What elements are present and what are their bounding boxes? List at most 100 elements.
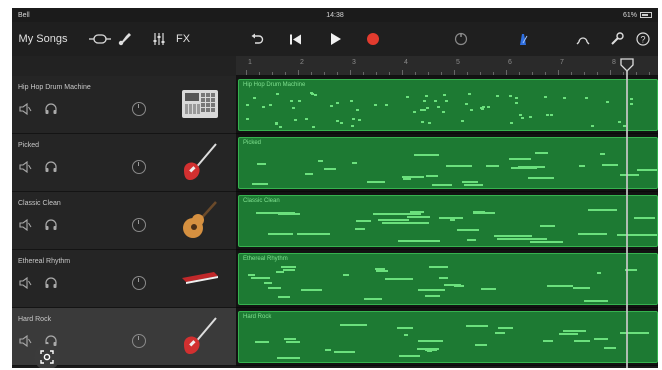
midi-note (636, 168, 657, 171)
ruler-subtick (311, 72, 312, 75)
midi-note (262, 106, 266, 109)
track-lane[interactable]: Picked (236, 134, 658, 192)
midi-note (343, 274, 349, 277)
ruler-subtick (441, 72, 442, 75)
mixer-button[interactable] (150, 30, 168, 48)
ruler-subtick (519, 72, 520, 75)
instrument-browser-icon (89, 34, 111, 44)
mute-button[interactable] (18, 102, 32, 116)
fx-button[interactable]: FX (172, 30, 194, 48)
ruler-subtick (272, 72, 273, 75)
midi-note (509, 157, 532, 160)
midi-note (351, 162, 358, 165)
track-volume-knob[interactable] (132, 276, 146, 290)
midi-note (301, 289, 323, 292)
midi-note (354, 227, 366, 230)
synth-keyboard-icon[interactable] (180, 256, 220, 298)
track-volume-knob[interactable] (132, 102, 146, 116)
play-button[interactable] (326, 30, 344, 48)
midi-note (597, 271, 602, 274)
settings-button[interactable] (608, 30, 626, 48)
midi-note (456, 228, 479, 231)
midi-note (298, 99, 302, 102)
screenshot-lens-button[interactable] (34, 344, 60, 368)
midi-note (309, 92, 313, 95)
track-lane[interactable]: Hip Hop Drum Machine (236, 76, 658, 134)
solo-button[interactable] (44, 218, 58, 232)
track-lane[interactable]: Hard Rock (236, 308, 658, 366)
metronome-button[interactable] (514, 30, 532, 48)
midi-note (427, 121, 431, 124)
midi-note (584, 96, 588, 99)
midi-region[interactable]: Hard Rock (238, 311, 658, 363)
track-volume-knob[interactable] (132, 160, 146, 174)
track-name: Picked (18, 142, 40, 149)
ruler-subtick (376, 72, 377, 75)
my-songs-button[interactable]: My Songs (16, 30, 70, 48)
loop-browser-button[interactable] (574, 30, 592, 48)
smart-controls-button[interactable] (116, 30, 134, 48)
mute-button[interactable] (18, 276, 32, 290)
track-header[interactable]: Ethereal Rhythm (12, 250, 236, 308)
track-header[interactable]: Hip Hop Drum Machine (12, 76, 236, 134)
midi-note (366, 180, 386, 183)
track-lane[interactable]: Ethereal Rhythm (236, 250, 658, 308)
track-name: Hard Rock (18, 316, 52, 323)
track-header[interactable]: Picked (12, 134, 236, 192)
ruler-bar-number: 1 (248, 59, 252, 66)
battery-percent: 61% (622, 11, 637, 19)
record-button[interactable] (364, 30, 382, 48)
midi-note (349, 100, 353, 103)
midi-note (480, 107, 484, 110)
undo-button[interactable] (248, 30, 266, 48)
undo-icon (251, 33, 264, 44)
midi-note (587, 208, 618, 211)
midi-note (297, 232, 330, 235)
midi-region[interactable]: Ethereal Rhythm (238, 253, 658, 305)
track-volume-knob[interactable] (132, 218, 146, 232)
ruler-bar-number: 8 (612, 59, 616, 66)
ruler-tick (610, 70, 611, 75)
ruler-subtick (545, 72, 546, 75)
master-volume-knob[interactable] (452, 30, 470, 48)
browser-button[interactable] (88, 30, 112, 48)
mute-button[interactable] (18, 160, 32, 174)
midi-region[interactable]: Hip Hop Drum Machine (238, 79, 658, 131)
midi-note (428, 266, 448, 269)
midi-note (399, 354, 421, 357)
ruler-tick (454, 70, 455, 75)
ruler-subtick (493, 72, 494, 75)
help-button[interactable]: ? (634, 30, 652, 48)
timeline-ruler[interactable]: 1 2 3 4 5 6 7 8 (236, 56, 658, 76)
midi-note (291, 107, 295, 110)
solo-button[interactable] (44, 160, 58, 174)
track-header[interactable]: Classic Clean (12, 192, 236, 250)
solo-button[interactable] (44, 276, 58, 290)
midi-note (257, 163, 266, 166)
midi-region[interactable]: Classic Clean (238, 195, 658, 247)
electric-guitar-icon[interactable] (180, 314, 220, 356)
midi-note (420, 108, 424, 111)
go-to-beginning-button[interactable] (286, 30, 304, 48)
ruler-bar-number: 3 (352, 59, 356, 66)
speaker-icon (19, 102, 32, 116)
solo-button[interactable] (44, 102, 58, 116)
track-volume-knob[interactable] (132, 334, 146, 348)
midi-note (573, 339, 591, 342)
mute-button[interactable] (18, 218, 32, 232)
acoustic-guitar-icon[interactable] (180, 198, 220, 240)
midi-note (578, 164, 585, 167)
mute-button[interactable] (18, 334, 32, 348)
midi-note (515, 101, 519, 104)
midi-region[interactable]: Picked (238, 137, 658, 189)
midi-note (277, 296, 291, 299)
midi-note (559, 332, 579, 335)
midi-note (252, 97, 256, 100)
midi-note (363, 298, 383, 301)
electric-guitar-icon[interactable] (180, 140, 220, 182)
track-lane[interactable]: Classic Clean (236, 192, 658, 250)
midi-note (605, 100, 609, 103)
midi-note (339, 324, 368, 327)
midi-note (577, 233, 607, 236)
drum-machine-icon[interactable] (180, 82, 220, 124)
